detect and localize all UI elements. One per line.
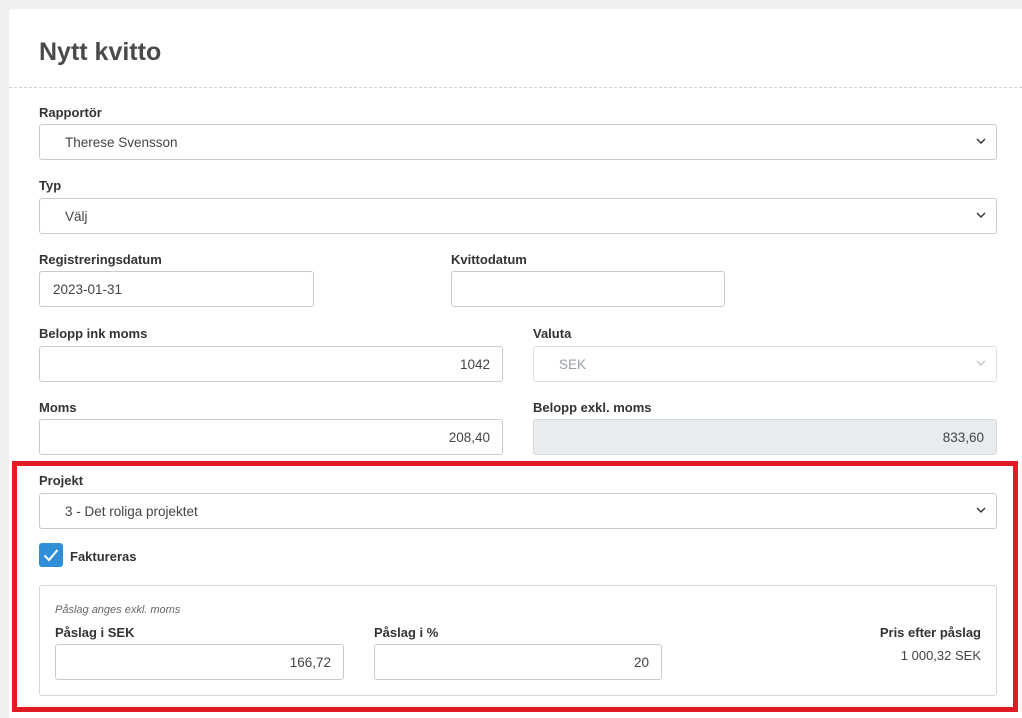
chevron-down-icon (976, 212, 986, 218)
amount-excl-vat-field: 833,60 (533, 419, 997, 455)
registration-date-input[interactable]: 2023-01-31 (39, 271, 314, 307)
amount-incl-vat-input[interactable]: 1042 (39, 346, 503, 382)
highlight-frame (12, 461, 1018, 712)
chevron-down-icon (976, 360, 986, 366)
vat-input[interactable]: 208,40 (39, 419, 503, 455)
amount-excl-vat-label: Belopp exkl. moms (533, 400, 652, 415)
currency-value: SEK (559, 357, 587, 372)
registration-date-value: 2023-01-31 (53, 282, 123, 297)
amount-incl-vat-value: 1042 (459, 357, 490, 372)
title-divider (9, 87, 1022, 88)
page-title: Nytt kvitto (39, 38, 162, 66)
currency-label: Valuta (533, 326, 572, 341)
type-select[interactable]: Välj (39, 198, 997, 234)
registration-date-label: Registreringsdatum (39, 252, 162, 267)
reporter-label: Rapportör (39, 105, 102, 120)
receipt-date-label: Kvittodatum (451, 252, 527, 267)
receipt-date-input[interactable] (451, 271, 725, 307)
chevron-down-icon (976, 138, 986, 144)
amount-excl-vat-value: 833,60 (942, 430, 984, 445)
type-label: Typ (39, 178, 62, 193)
vat-label: Moms (39, 400, 77, 415)
currency-select[interactable]: SEK (533, 346, 997, 382)
amount-incl-vat-label: Belopp ink moms (39, 326, 148, 341)
type-value: Välj (65, 209, 88, 224)
vat-value: 208,40 (448, 430, 490, 445)
reporter-select[interactable]: Therese Svensson (39, 124, 997, 160)
reporter-value: Therese Svensson (65, 135, 178, 150)
